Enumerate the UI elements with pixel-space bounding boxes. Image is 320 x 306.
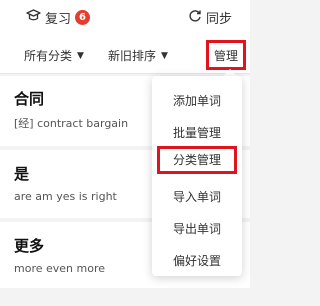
sort-filter[interactable]: 新旧排序 ▼ [108,47,168,64]
review-button[interactable]: 复习 6 [26,8,91,27]
review-label: 复习 [45,12,72,27]
manage-button-label: 管理 [213,48,238,63]
menu-item-preferences[interactable]: 偏好设置 [152,252,242,269]
menu-item-add-word[interactable]: 添加单词 [152,92,242,109]
chevron-down-icon: ▼ [77,50,84,61]
sync-label: 同步 [206,12,233,27]
filter-bar: 所有分类 ▼ 新旧排序 ▼ 管理 [0,36,250,74]
category-filter-label: 所有分类 [24,49,73,63]
review-cap-icon [26,8,45,27]
menu-item-category-manage[interactable]: 分类管理 [157,146,237,174]
menu-item-batch-manage[interactable]: 批量管理 [152,124,242,141]
review-count-badge: 6 [75,10,91,25]
sync-button[interactable]: 同步 [188,8,232,27]
top-bar: 复习 6 同步 [0,0,250,36]
category-filter[interactable]: 所有分类 ▼ [24,47,84,64]
chevron-down-icon: ▼ [161,50,168,61]
manage-dropdown-menu: 添加单词 批量管理 分类管理 导入单词 导出单词 偏好设置 [152,76,242,276]
sort-filter-label: 新旧排序 [108,49,157,63]
manage-button[interactable]: 管理 [206,40,246,70]
menu-item-export-words[interactable]: 导出单词 [152,220,242,237]
menu-item-import-words[interactable]: 导入单词 [152,188,242,205]
sync-icon [188,9,206,27]
menu-pointer [223,69,237,76]
